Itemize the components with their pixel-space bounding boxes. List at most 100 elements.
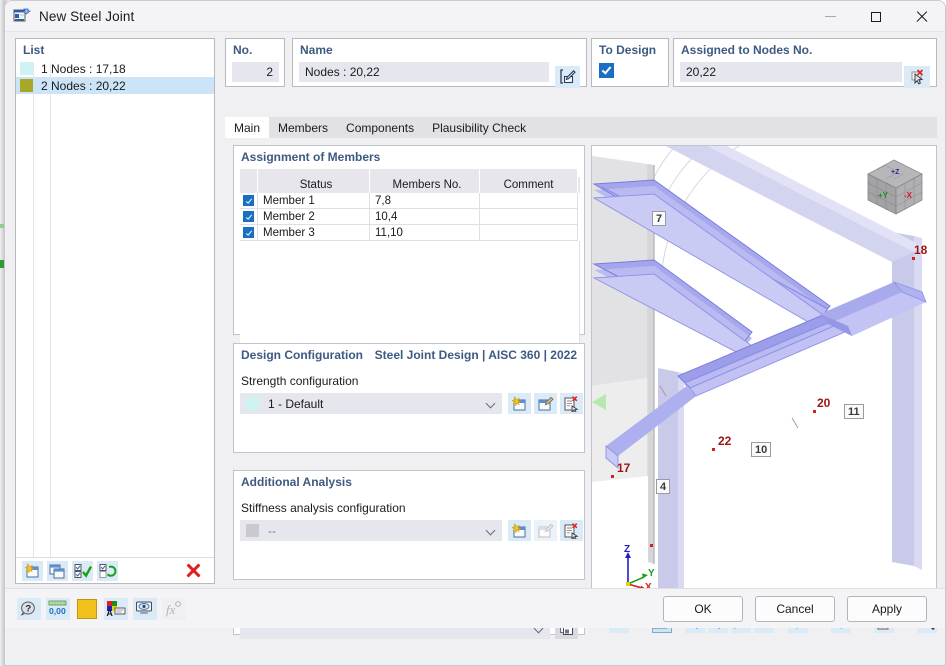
- svg-text:?: ?: [25, 604, 31, 615]
- no-label: No.: [233, 43, 253, 57]
- table-row[interactable]: Member 2 10,4: [240, 209, 580, 225]
- invert-check-button[interactable]: [97, 560, 118, 581]
- stiffness-analysis-select[interactable]: --: [240, 520, 502, 541]
- svg-text:0,00: 0,00: [49, 606, 66, 616]
- svg-text:+Z: +Z: [891, 169, 900, 176]
- list-item-label: 2 Nodes : 20,22: [41, 78, 126, 93]
- stiffness-analysis-buttons: [508, 520, 583, 541]
- assigned-nodes-input[interactable]: 20,22: [680, 62, 902, 82]
- table-row[interactable]: Member 3 11,10: [240, 225, 580, 241]
- row-checkbox[interactable]: [240, 193, 258, 209]
- stiffness-analysis-label: Stiffness analysis configuration: [241, 501, 406, 515]
- row-comment: [480, 193, 578, 209]
- pick-nodes-button[interactable]: [904, 66, 930, 88]
- row-checkbox[interactable]: [240, 209, 258, 225]
- new-item-button[interactable]: [22, 560, 43, 581]
- tab-components[interactable]: Components: [337, 117, 423, 138]
- window-title: New Steel Joint: [39, 8, 135, 24]
- delete-x-icon: [186, 563, 201, 578]
- list-panel: List 1 Nodes : 17,18 2 Nodes : 20,22: [15, 38, 215, 584]
- row-members-no: 11,10: [370, 225, 480, 241]
- delete-stiffness-config-button[interactable]: [560, 520, 583, 541]
- row-status: Member 1: [258, 193, 370, 209]
- design-standard-label: Steel Joint Design | AISC 360 | 2022: [374, 348, 577, 362]
- edit-pencil-icon: [559, 69, 576, 84]
- svg-text:A: A: [106, 608, 113, 617]
- no-field-box: No. 2: [225, 38, 285, 87]
- new-configuration-button[interactable]: [508, 393, 531, 414]
- tab-main[interactable]: Main: [225, 117, 270, 138]
- row-status: Member 2: [258, 209, 370, 225]
- formula-button[interactable]: fx: [162, 597, 186, 620]
- svg-text:Y: Y: [648, 568, 655, 579]
- table-row[interactable]: Member 1 7,8: [240, 193, 580, 209]
- edit-configuration-button[interactable]: [534, 393, 557, 414]
- members-table-empty-area[interactable]: [240, 241, 580, 351]
- list-panel-caption: List: [23, 43, 45, 57]
- to-design-field-box: To Design: [591, 38, 669, 87]
- member-label: 7: [652, 211, 667, 226]
- row-checkbox[interactable]: [240, 225, 258, 241]
- members-table-header-status: Status: [258, 177, 370, 193]
- node-label: 22: [718, 434, 732, 448]
- members-table-header-check: [240, 177, 258, 193]
- edit-stiffness-config-button[interactable]: [534, 520, 557, 541]
- display-properties-button[interactable]: A: [104, 597, 128, 620]
- dialog-body: List 1 Nodes : 17,18 2 Nodes : 20,22 No.…: [5, 32, 945, 639]
- color-swatch-icon: [77, 598, 97, 619]
- status-bar-icons: ? 0,00 A fx: [17, 597, 186, 620]
- strength-configuration-label: Strength configuration: [241, 374, 359, 388]
- list-item[interactable]: 2 Nodes : 20,22: [16, 77, 214, 94]
- model-viewport-3d[interactable]: +Y -X +Z Z Y X 7 11 10 4 18 20 22 17: [591, 145, 937, 605]
- ok-button[interactable]: OK: [663, 595, 743, 622]
- node-label: 17: [617, 461, 631, 475]
- to-design-label: To Design: [599, 43, 657, 57]
- to-design-checkbox[interactable]: [599, 63, 614, 78]
- steel-joint-icon: [13, 7, 32, 25]
- help-button[interactable]: ?: [17, 597, 41, 620]
- copy-item-button[interactable]: [47, 560, 68, 581]
- close-button[interactable]: [899, 1, 945, 32]
- members-table-header-row: Status Members No. Comment: [240, 177, 580, 193]
- navigation-cube[interactable]: +Y -X +Z: [860, 154, 928, 225]
- additional-analysis-group: Additional Analysis Stiffness analysis c…: [233, 470, 585, 580]
- delete-configuration-button[interactable]: [560, 393, 583, 414]
- apply-button[interactable]: Apply: [847, 595, 927, 622]
- strength-configuration-select[interactable]: 1 - Default: [240, 393, 502, 414]
- name-input[interactable]: Nodes : 20,22: [299, 62, 549, 82]
- chevron-down-icon: [485, 398, 496, 409]
- delete-item-button[interactable]: [183, 561, 204, 581]
- row-comment: [480, 225, 578, 241]
- row-status: Member 3: [258, 225, 370, 241]
- tab-plausibility-check[interactable]: Plausibility Check: [423, 117, 535, 138]
- minimize-button[interactable]: [807, 1, 853, 32]
- name-field-box: Name Nodes : 20,22: [292, 38, 587, 88]
- list-item[interactable]: 1 Nodes : 17,18: [16, 60, 214, 77]
- close-icon: [916, 11, 928, 23]
- decimal-places-button[interactable]: 0,00: [46, 597, 70, 620]
- stiffness-analysis-value: --: [268, 523, 276, 538]
- svg-text:+Y: +Y: [878, 191, 889, 200]
- color-swatch-button[interactable]: [75, 598, 99, 620]
- list-rows: 1 Nodes : 17,18 2 Nodes : 20,22: [16, 60, 214, 94]
- chevron-down-icon: [485, 525, 496, 536]
- assigned-nodes-field-box: Assigned to Nodes No. 20,22: [673, 38, 937, 88]
- visibility-button[interactable]: [133, 597, 157, 620]
- edit-name-button[interactable]: [555, 66, 580, 88]
- no-input[interactable]: 2: [232, 62, 279, 82]
- maximize-button[interactable]: [853, 1, 899, 32]
- members-table-header-comment: Comment: [480, 177, 578, 193]
- member-label: 4: [656, 479, 671, 494]
- stiffness-analysis-swatch: [246, 524, 259, 537]
- new-steel-joint-dialog: New Steel Joint List 1 Nodes: 17,18 2 N…: [4, 0, 946, 666]
- strength-configuration-value: 1 - Default: [268, 396, 324, 411]
- cancel-button[interactable]: Cancel: [755, 595, 835, 622]
- new-stiffness-config-button[interactable]: [508, 520, 531, 541]
- member-label: 11: [844, 404, 864, 419]
- title-bar: New Steel Joint: [5, 1, 945, 32]
- members-table-column-band: [240, 169, 580, 177]
- main-tab-form-column: Assignment of Members Status Members No.…: [233, 145, 585, 639]
- check-all-button[interactable]: [72, 560, 93, 581]
- tab-members[interactable]: Members: [269, 117, 337, 138]
- name-label: Name: [300, 43, 333, 57]
